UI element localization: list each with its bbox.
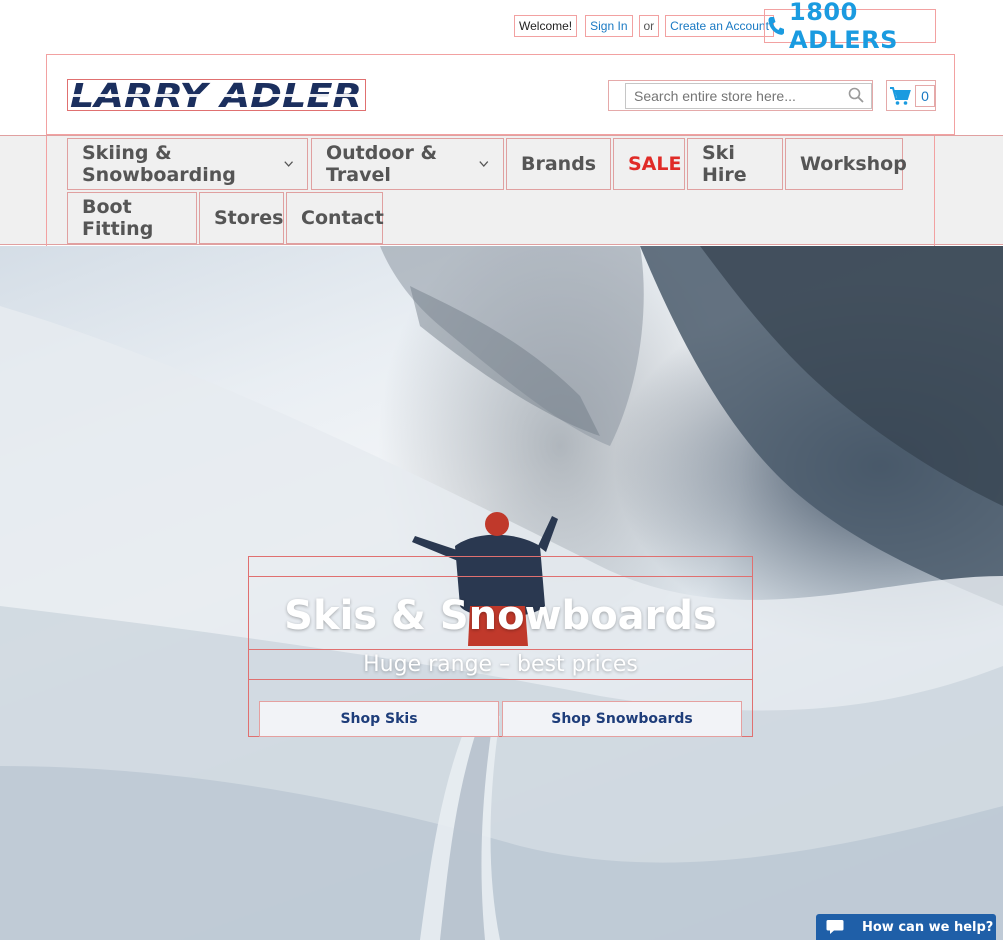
site-header: LARRY ADLER 0 (46, 54, 955, 135)
or-text: or (638, 15, 660, 37)
chat-label: How can we help? (862, 919, 994, 935)
site-logo[interactable]: LARRY ADLER (67, 76, 366, 115)
logo-wordmark: LARRY ADLER (68, 76, 365, 115)
main-navigation: Skiing & Snowboarding Outdoor & Travel B… (0, 135, 1003, 246)
nav-item-sale[interactable]: SALE (613, 138, 685, 190)
nav-item-brands[interactable]: Brands (506, 138, 611, 190)
top-bar: Welcome! Sign In or Create an Account 18… (0, 0, 1003, 54)
nav-item-outdoor-travel[interactable]: Outdoor & Travel (311, 138, 504, 190)
shop-snowboards-button[interactable]: Shop Snowboards (502, 701, 742, 737)
nav-item-skiing-snowboarding[interactable]: Skiing & Snowboarding (67, 138, 308, 190)
create-account-link[interactable]: Create an Account (665, 15, 774, 37)
cart-count: 0 (915, 84, 935, 107)
nav-item-boot-fitting[interactable]: Boot Fitting (67, 192, 197, 244)
nav-item-label: Contact (301, 207, 384, 229)
hero-subtitle: Huge range – best prices (249, 650, 752, 680)
nav-item-label: Skiing & Snowboarding (82, 142, 236, 186)
nav-item-label: Outdoor & Travel (326, 142, 438, 186)
shop-skis-button[interactable]: Shop Skis (259, 701, 499, 737)
chevron-down-icon (479, 161, 489, 167)
nav-item-ski-hire[interactable]: Ski Hire (687, 138, 783, 190)
phone-icon (767, 14, 785, 38)
nav-item-label: Brands (521, 153, 597, 175)
hero-title: Skis & Snowboards (249, 576, 752, 650)
phone-number-link[interactable]: 1800 ADLERS (764, 0, 936, 54)
chat-widget-button[interactable]: How can we help? (816, 914, 996, 940)
nav-item-label: Boot Fitting (82, 196, 154, 240)
search-input[interactable] (625, 83, 872, 109)
account-links: Welcome! Sign In or Create an Account (500, 14, 774, 38)
nav-item-label: Ski Hire (702, 142, 747, 186)
phone-number: 1800 ADLERS (789, 0, 898, 54)
nav-item-label: Stores (214, 207, 284, 229)
welcome-message: Welcome! (514, 15, 578, 37)
nav-item-workshop[interactable]: Workshop (785, 138, 907, 190)
nav-item-label: SALE (628, 153, 682, 175)
chat-bubble-icon (826, 920, 844, 934)
search-icon[interactable] (848, 87, 864, 103)
nav-item-stores[interactable]: Stores (199, 192, 284, 244)
chevron-down-icon (284, 161, 293, 167)
search-container (608, 80, 873, 111)
hero-banner: Skis & Snowboards Huge range – best pric… (0, 246, 1003, 940)
hero-content: Skis & Snowboards Huge range – best pric… (248, 556, 753, 737)
cart-icon (890, 86, 911, 105)
nav-item-label: Workshop (800, 153, 907, 175)
nav-item-contact[interactable]: Contact (286, 192, 384, 244)
mini-cart[interactable]: 0 (886, 80, 936, 111)
sign-in-link[interactable]: Sign In (585, 15, 633, 37)
